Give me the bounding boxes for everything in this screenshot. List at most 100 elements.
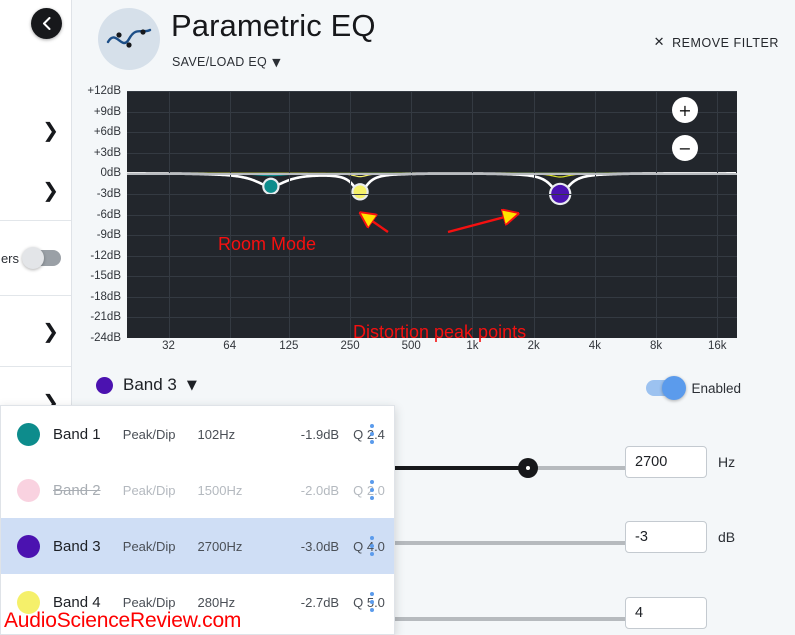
band-gain: -2.7dB: [300, 594, 340, 610]
chevron-right-icon: ❯: [42, 178, 59, 202]
horizontal-gridline: [127, 296, 737, 298]
band-list-dropdown[interactable]: Band 1 Peak/Dip 102Hz -1.9dB Q 2.4 Band 2 Peak…: [0, 405, 395, 635]
x-axis-tick: 16k: [708, 340, 727, 352]
horizontal-gridline: [127, 255, 737, 257]
band-options-menu[interactable]: [370, 480, 374, 500]
frequency-input[interactable]: 2700: [625, 446, 707, 478]
band-enabled-label: Enabled: [691, 380, 741, 396]
band-enabled-toggle-row[interactable]: Enabled: [646, 376, 741, 400]
y-axis-tick: 0dB: [100, 167, 121, 180]
horizontal-gridline: [127, 193, 737, 195]
band-color-dot: [17, 534, 40, 558]
annotation-room-mode: Room Mode: [218, 234, 317, 254]
band-options-menu[interactable]: [370, 536, 374, 556]
plus-icon: +: [678, 100, 692, 120]
dot: [370, 432, 374, 436]
x-axis-tick: 64: [223, 340, 237, 352]
y-axis-tick: -21dB: [90, 311, 121, 324]
remove-filter-button[interactable]: ✕ REMOVE FILTER: [654, 35, 779, 50]
y-axis-tick: +3dB: [93, 146, 121, 159]
y-axis-tick: +12dB: [87, 85, 121, 97]
minus-icon: −: [678, 138, 692, 158]
sidebar-item-1[interactable]: [0, 0, 71, 100]
band-color-dot: [17, 422, 40, 446]
sidebar-item-2[interactable]: ❯: [0, 100, 71, 160]
band-color-dot: [17, 478, 40, 502]
x-axis-tick: 4k: [588, 340, 601, 352]
horizontal-gridline: [127, 91, 737, 92]
y-axis-tick: -15dB: [90, 270, 121, 283]
band-list-item[interactable]: Band 3 Peak/Dip 2700Hz -3.0dB Q 4.0: [1, 518, 394, 574]
sidebar-toggle[interactable]: [22, 247, 61, 269]
horizontal-gridline: [127, 276, 737, 278]
band-type: Peak/Dip: [122, 482, 176, 498]
dot: [370, 552, 374, 556]
horizontal-gridline: [127, 152, 737, 154]
sidebar-item-3[interactable]: ❯: [0, 160, 71, 220]
dot: [370, 488, 374, 492]
band-type: Peak/Dip: [122, 538, 176, 554]
band-color-dot: [96, 376, 113, 394]
gain-unit: dB: [718, 529, 736, 545]
band-type: Peak/Dip: [122, 426, 176, 442]
y-axis-tick: -24dB: [90, 332, 121, 344]
page-title: Parametric EQ: [171, 8, 376, 43]
gain-slider[interactable]: [392, 541, 627, 545]
dot: [370, 496, 374, 500]
band-marker[interactable]: [264, 179, 278, 193]
x-axis-tick: 2k: [527, 340, 540, 352]
band-list-item[interactable]: Band 1 Peak/Dip 102Hz -1.9dB Q 2.4: [1, 406, 394, 462]
q-slider[interactable]: [392, 617, 627, 621]
remove-filter-label: REMOVE FILTER: [672, 35, 779, 50]
y-axis-tick: -18dB: [90, 290, 121, 303]
dot: [370, 544, 374, 548]
dot: [370, 536, 374, 540]
band-options-menu[interactable]: [370, 592, 374, 612]
band-frequency: 102Hz: [197, 426, 236, 442]
eq-plot-area[interactable]: [127, 91, 737, 338]
page-header: Parametric EQ SAVE/LOAD EQ ▼ ✕ REMOVE FI…: [72, 0, 795, 88]
frequency-slider-fill: [392, 466, 529, 470]
band-enabled-toggle[interactable]: [646, 376, 687, 400]
chevron-right-icon: ❯: [42, 118, 59, 142]
composite-response-curve: [127, 172, 736, 196]
dot: [370, 608, 374, 612]
sidebar-filters-toggle-row[interactable]: ers: [0, 221, 71, 295]
gain-input[interactable]: -3: [625, 521, 707, 553]
dot: [370, 440, 374, 444]
toggle-knob: [22, 247, 44, 269]
band-name: Band 1: [53, 425, 101, 443]
sidebar-toggle-label: ers: [0, 250, 19, 266]
band-q: Q 2.0: [353, 482, 385, 498]
band-dropdown-trigger[interactable]: Band 3 ▼: [96, 375, 197, 395]
frequency-unit: Hz: [718, 454, 736, 470]
q-input[interactable]: 4: [625, 597, 707, 629]
zoom-in-button[interactable]: +: [672, 97, 698, 123]
frequency-slider-thumb[interactable]: [518, 458, 539, 478]
band-marker[interactable]: [353, 185, 367, 199]
x-axis-tick: 125: [279, 340, 299, 352]
band-name: Band 4: [53, 593, 101, 611]
dot: [370, 480, 374, 484]
y-axis-tick: +6dB: [93, 126, 121, 139]
sidebar-item-4[interactable]: ❯: [0, 296, 71, 366]
eq-graph[interactable]: +12dB +9dB +6dB +3dB 0dB -3dB -6dB -9dB -12dB -15…: [72, 85, 795, 363]
band-gain: -1.9dB: [300, 426, 340, 442]
band-selected-label: Band 3: [123, 375, 177, 394]
saveload-eq-button[interactable]: SAVE/LOAD EQ ▼: [172, 55, 281, 69]
band-options-menu[interactable]: [370, 424, 374, 444]
frequency-slider[interactable]: [392, 458, 627, 478]
horizontal-gridline: [127, 214, 737, 216]
x-axis-labels: 32 64 125 250 500 1k 2k 4k 8k 16k: [127, 340, 737, 360]
band-type: Peak/Dip: [122, 594, 176, 610]
band-list-item[interactable]: Band 2 Peak/Dip 1500Hz -2.0dB Q 2.0: [1, 462, 394, 518]
band-q: Q 2.4: [353, 426, 385, 442]
y-axis-tick: +9dB: [93, 105, 121, 118]
dot: [370, 424, 374, 428]
chevron-down-icon: ▼: [186, 377, 197, 393]
horizontal-gridline: [127, 132, 737, 134]
zoom-out-button[interactable]: −: [672, 135, 698, 161]
band-name: Band 2: [53, 481, 101, 499]
band-selector-row: Band 3 ▼ Enabled: [72, 375, 795, 409]
band-q: Q 4.0: [353, 538, 385, 554]
